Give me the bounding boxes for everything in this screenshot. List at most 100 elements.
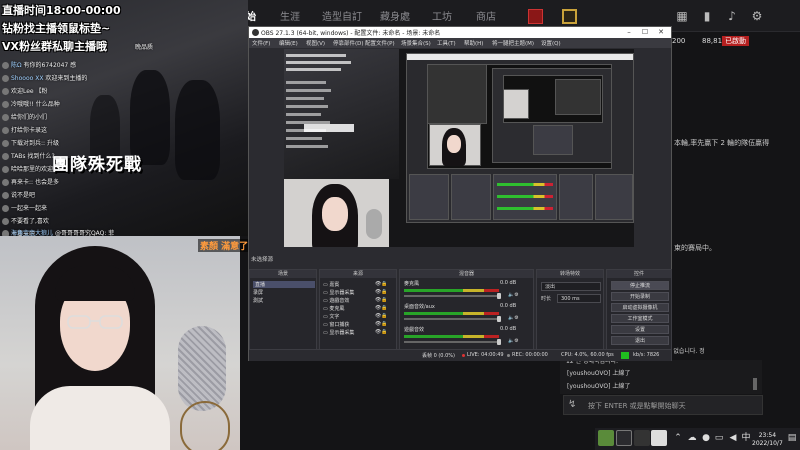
- stop-streaming-button[interactable]: 停止推流: [611, 281, 669, 290]
- overlay-chat-message: 冷哦哦!! 什么品种: [2, 99, 60, 108]
- volume-slider-handle[interactable]: [497, 339, 501, 345]
- notification-icon[interactable]: ♪: [725, 9, 739, 23]
- menu-edit[interactable]: 编辑(E): [279, 39, 298, 47]
- avatar: [2, 166, 9, 173]
- scene-item[interactable]: 录屏: [253, 289, 263, 296]
- maximize-button[interactable]: ☐: [637, 27, 653, 38]
- visibility-lock-icon[interactable]: 👁🔒: [375, 329, 388, 335]
- overlay-corner-text: 晚品质: [135, 44, 154, 51]
- volume-slider[interactable]: [404, 341, 499, 343]
- gear-icon[interactable]: ⚙: [750, 9, 764, 23]
- tray-chevron-icon[interactable]: ⌃: [672, 432, 684, 444]
- visibility-lock-icon[interactable]: 👁🔒: [375, 297, 388, 303]
- dropped-frames: 丢帧 0 (0.0%): [422, 353, 455, 359]
- start-recording-button[interactable]: 开始录制: [611, 292, 669, 301]
- source-item[interactable]: ▭ 显示器采集 👁🔒: [323, 289, 388, 296]
- obs-titlebar[interactable]: OBS 27.1.3 (64-bit, windows) - 配置文件: 未命名…: [249, 27, 671, 38]
- live-duration: LIVE: 04:00:49: [467, 352, 504, 358]
- tab-career[interactable]: 生涯: [280, 8, 300, 23]
- speaker-icon[interactable]: 🔈⚙: [508, 315, 519, 321]
- signal-icon[interactable]: ▮: [700, 9, 714, 23]
- scene-item[interactable]: 直播: [253, 281, 316, 288]
- visibility-lock-icon[interactable]: 👁🔒: [375, 281, 388, 287]
- notification-center-icon[interactable]: ▤: [786, 432, 798, 444]
- tray-cloud-icon[interactable]: ☁: [686, 432, 698, 444]
- game-mode-description-2: 束的賽局中。: [674, 244, 716, 252]
- alert-icon[interactable]: [528, 9, 543, 24]
- chat-text: 打给你卡录这: [11, 127, 48, 134]
- chat-username: Shoooo XX: [11, 75, 44, 82]
- mixer-channel-level: 0.0 dB: [500, 326, 517, 332]
- source-label: 遊戲音效: [329, 298, 350, 304]
- tab-customize[interactable]: 造型自訂: [322, 8, 362, 23]
- settings-button[interactable]: 设置: [611, 325, 669, 334]
- source-item[interactable]: ▭ 窗口捕获 👁🔒: [323, 321, 388, 328]
- tray-language-icon[interactable]: 中: [740, 432, 752, 444]
- streamer-bangs: [55, 266, 135, 301]
- obs-preview[interactable]: [284, 49, 634, 247]
- source-item[interactable]: ▭ 麦克風 👁🔒: [323, 305, 388, 312]
- menu-scene-collection[interactable]: 场景集合(S): [401, 39, 431, 47]
- nested-meter: [497, 207, 553, 210]
- menu-theme[interactable]: 将一腿把主题(M): [492, 39, 534, 47]
- volume-slider[interactable]: [404, 318, 499, 320]
- nested-overlay: [284, 49, 399, 179]
- taskbar-app-icon[interactable]: [634, 430, 650, 446]
- menu-docks[interactable]: 停靠部件(D): [333, 39, 364, 47]
- taskbar-app-icon[interactable]: [651, 430, 667, 446]
- tray-app-icon[interactable]: ●: [700, 432, 712, 444]
- speaker-icon[interactable]: 🔈⚙: [508, 292, 519, 298]
- overlay-chat-message: 说不是吧: [2, 190, 35, 199]
- exit-button[interactable]: 退出: [611, 336, 669, 345]
- chat-text: 有你的6742047 感: [23, 62, 77, 69]
- tab-store[interactable]: 商店: [476, 8, 496, 23]
- menu-file[interactable]: 文件(F): [252, 39, 270, 47]
- nested-title-line: [286, 61, 351, 64]
- studio-mode-button[interactable]: 工作室模式: [611, 314, 669, 323]
- taskbar-app-icon[interactable]: [598, 430, 614, 446]
- duration-input[interactable]: 300 ms: [557, 294, 601, 303]
- chat-text: 欢迎来到主播的: [45, 75, 88, 82]
- source-item[interactable]: ▭ 嘉賓 👁🔒: [323, 281, 388, 288]
- inventory-icon[interactable]: ▦: [675, 9, 689, 23]
- tray-volume-icon[interactable]: ◀: [727, 432, 739, 444]
- tab-hideout[interactable]: 藏身處: [380, 8, 410, 23]
- volume-slider-handle[interactable]: [497, 316, 501, 322]
- transition-select[interactable]: 淡出: [541, 282, 601, 291]
- tray-network-icon[interactable]: ▭: [713, 432, 725, 444]
- overlay-chat-message: TABs 找到什么?: [2, 151, 55, 160]
- nested-title-line: [286, 54, 346, 57]
- menu-help[interactable]: 帮助(H): [464, 39, 483, 47]
- rank-icon[interactable]: [562, 9, 577, 24]
- chat-send-icon[interactable]: ↯: [568, 399, 576, 410]
- volume-slider[interactable]: [404, 295, 499, 297]
- taskbar-clock[interactable]: 23:54 2022/10/7: [752, 432, 783, 448]
- menu-profile[interactable]: 配置文件(P): [365, 39, 395, 47]
- visibility-lock-icon[interactable]: 👁🔒: [375, 313, 388, 319]
- virtual-camera-button[interactable]: 启动虚拟摄像机: [611, 303, 669, 312]
- taskbar-app-icon[interactable]: [616, 430, 632, 446]
- audio-meter: [404, 335, 499, 338]
- scenes-dock: 场景 直播 录屏 測試 ＋ － ∧ ∨: [249, 269, 317, 361]
- tab-workshop[interactable]: 工坊: [432, 8, 452, 23]
- nested-sources: [451, 174, 491, 220]
- scene-item[interactable]: 測試: [253, 297, 263, 304]
- nested-mixer: [533, 125, 573, 155]
- minimize-button[interactable]: –: [621, 27, 637, 38]
- speaker-icon[interactable]: 🔈⚙: [508, 338, 519, 344]
- avatar: [2, 179, 9, 186]
- source-item[interactable]: ▭ 显示器采集 👁🔒: [323, 329, 388, 336]
- chat-text: 冷哦哦!! 什么品种: [11, 101, 60, 108]
- visibility-lock-icon[interactable]: 👁🔒: [375, 321, 388, 327]
- visibility-lock-icon[interactable]: 👁🔒: [375, 305, 388, 311]
- menu-settings[interactable]: 设置(Q): [541, 39, 561, 47]
- menu-tools[interactable]: 工具(T): [437, 39, 456, 47]
- chat-scrollbar[interactable]: [753, 378, 757, 390]
- menu-view[interactable]: 视图(V): [306, 39, 325, 47]
- close-button[interactable]: ✕: [653, 27, 669, 38]
- visibility-lock-icon[interactable]: 👁🔒: [375, 289, 388, 295]
- volume-slider-handle[interactable]: [497, 293, 501, 299]
- source-item[interactable]: ▭ 遊戲音效 👁🔒: [323, 297, 388, 304]
- nested-meter: [497, 195, 553, 198]
- source-item[interactable]: ▭ 文字 👁🔒: [323, 313, 388, 320]
